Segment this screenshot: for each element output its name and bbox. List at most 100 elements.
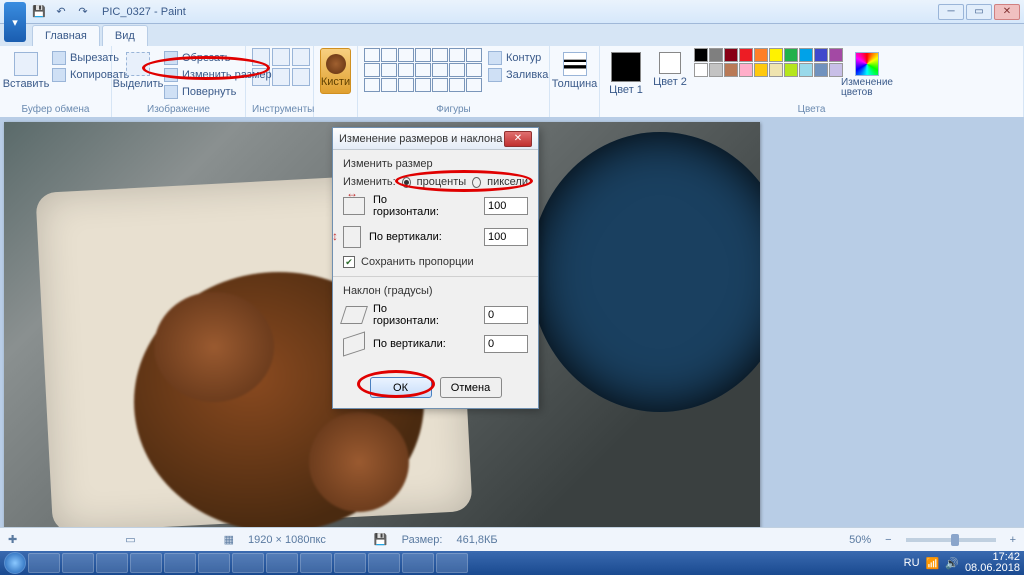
- task-app-12[interactable]: [402, 553, 434, 573]
- tray-network-icon[interactable]: 📶: [926, 557, 940, 570]
- text-tool[interactable]: [292, 48, 310, 66]
- brushes-button[interactable]: Кисти: [320, 48, 351, 94]
- resize-skew-dialog: Изменение размеров и наклона ✕ Изменить …: [332, 127, 539, 409]
- swatch[interactable]: [724, 48, 738, 62]
- close-button[interactable]: ✕: [994, 4, 1020, 20]
- thickness-button[interactable]: Толщина: [555, 48, 595, 90]
- keep-aspect-label[interactable]: Сохранить пропорции: [361, 256, 474, 268]
- task-app-7[interactable]: [232, 553, 264, 573]
- swatch[interactable]: [694, 63, 708, 77]
- fill-button[interactable]: Заливка: [486, 67, 550, 83]
- radio-percent[interactable]: [402, 177, 411, 188]
- swatch[interactable]: [694, 48, 708, 62]
- ribbon-tabs: Главная Вид: [0, 24, 1024, 46]
- swatch[interactable]: [724, 63, 738, 77]
- select-button[interactable]: Выделить: [118, 48, 158, 90]
- vert-input[interactable]: 100: [484, 228, 528, 246]
- maximize-button[interactable]: ▭: [966, 4, 992, 20]
- image-colander: [530, 132, 760, 412]
- edit-colors-button[interactable]: Изменение цветов: [847, 48, 887, 98]
- task-app-1[interactable]: [28, 553, 60, 573]
- bucket-icon: [488, 68, 502, 82]
- tray-sound-icon[interactable]: 🔊: [945, 557, 959, 570]
- skew-vert-input[interactable]: 0: [484, 335, 528, 353]
- ok-button[interactable]: ОК: [370, 377, 432, 398]
- tab-view[interactable]: Вид: [102, 25, 148, 46]
- task-app-5[interactable]: [164, 553, 196, 573]
- document-name: PIC_0327: [102, 6, 151, 18]
- dialog-close-button[interactable]: ✕: [504, 131, 532, 147]
- taskbar: RU 📶 🔊 17:42 08.06.2018: [0, 551, 1024, 575]
- task-app-11[interactable]: [368, 553, 400, 573]
- swatch[interactable]: [829, 48, 843, 62]
- swatch[interactable]: [814, 48, 828, 62]
- percent-label[interactable]: проценты: [417, 176, 467, 188]
- swatch[interactable]: [754, 63, 768, 77]
- radio-pixels[interactable]: [472, 177, 481, 188]
- swatch[interactable]: [754, 48, 768, 62]
- task-app-8[interactable]: [266, 553, 298, 573]
- picker-tool[interactable]: [272, 68, 290, 86]
- swatch[interactable]: [814, 63, 828, 77]
- dialog-title: Изменение размеров и наклона: [339, 133, 502, 145]
- rainbow-icon: [855, 52, 879, 76]
- file-menu-button[interactable]: ▾: [4, 2, 26, 42]
- skew-vert-icon: [343, 332, 365, 357]
- zoom-out-button[interactable]: −: [885, 534, 891, 546]
- swatch[interactable]: [799, 48, 813, 62]
- cancel-button[interactable]: Отмена: [440, 377, 502, 398]
- ribbon: Вставить Вырезать Копировать Буфер обмен…: [0, 46, 1024, 118]
- tray-lang[interactable]: RU: [904, 557, 920, 569]
- zoom-tool[interactable]: [292, 68, 310, 86]
- color2-button[interactable]: Цвет 2: [650, 48, 690, 88]
- color1-button[interactable]: Цвет 1: [606, 48, 646, 96]
- zoom-in-button[interactable]: +: [1010, 534, 1016, 546]
- app-name: Paint: [161, 6, 186, 18]
- swatch[interactable]: [769, 63, 783, 77]
- group-tools-label: Инструменты: [252, 104, 307, 115]
- undo-icon[interactable]: ↶: [52, 3, 70, 21]
- swatch[interactable]: [769, 48, 783, 62]
- color1-swatch: [611, 52, 641, 82]
- horiz-input[interactable]: 100: [484, 197, 528, 215]
- task-app-3[interactable]: [96, 553, 128, 573]
- swatch[interactable]: [709, 48, 723, 62]
- resize-section-label: Изменить размер: [343, 158, 528, 170]
- swatch[interactable]: [829, 63, 843, 77]
- swatch[interactable]: [784, 63, 798, 77]
- task-app-10[interactable]: [334, 553, 366, 573]
- outline-button[interactable]: Контур: [486, 50, 550, 66]
- minimize-button[interactable]: ─: [938, 4, 964, 20]
- crop-button[interactable]: Обрезать: [162, 50, 274, 66]
- fill-tool[interactable]: [272, 48, 290, 66]
- rotate-button[interactable]: Повернуть: [162, 84, 274, 100]
- select-icon: [126, 52, 150, 76]
- task-app-13[interactable]: [436, 553, 468, 573]
- dialog-titlebar[interactable]: Изменение размеров и наклона ✕: [333, 128, 538, 150]
- shapes-gallery[interactable]: [364, 48, 482, 92]
- tab-home[interactable]: Главная: [32, 25, 100, 46]
- redo-icon[interactable]: ↷: [74, 3, 92, 21]
- zoom-slider[interactable]: [906, 538, 996, 542]
- scissors-icon: [52, 51, 66, 65]
- skew-horiz-input[interactable]: 0: [484, 306, 528, 324]
- task-app-4[interactable]: [130, 553, 162, 573]
- start-button[interactable]: [4, 552, 26, 574]
- resize-button[interactable]: Изменить размер: [162, 67, 274, 83]
- swatch[interactable]: [784, 48, 798, 62]
- save-icon[interactable]: 💾: [30, 3, 48, 21]
- pixels-label[interactable]: пиксели: [487, 176, 528, 188]
- keep-aspect-checkbox[interactable]: ✔: [343, 256, 355, 268]
- tray-date[interactable]: 08.06.2018: [965, 563, 1020, 574]
- outline-icon: [488, 51, 502, 65]
- task-app-6[interactable]: [198, 553, 230, 573]
- task-app-9[interactable]: [300, 553, 332, 573]
- vert-icon: [343, 226, 361, 248]
- cursor-pos-icon: ✚: [8, 533, 17, 546]
- swatch[interactable]: [739, 48, 753, 62]
- swatch[interactable]: [709, 63, 723, 77]
- swatch[interactable]: [739, 63, 753, 77]
- paste-button[interactable]: Вставить: [6, 48, 46, 90]
- swatch[interactable]: [799, 63, 813, 77]
- task-app-2[interactable]: [62, 553, 94, 573]
